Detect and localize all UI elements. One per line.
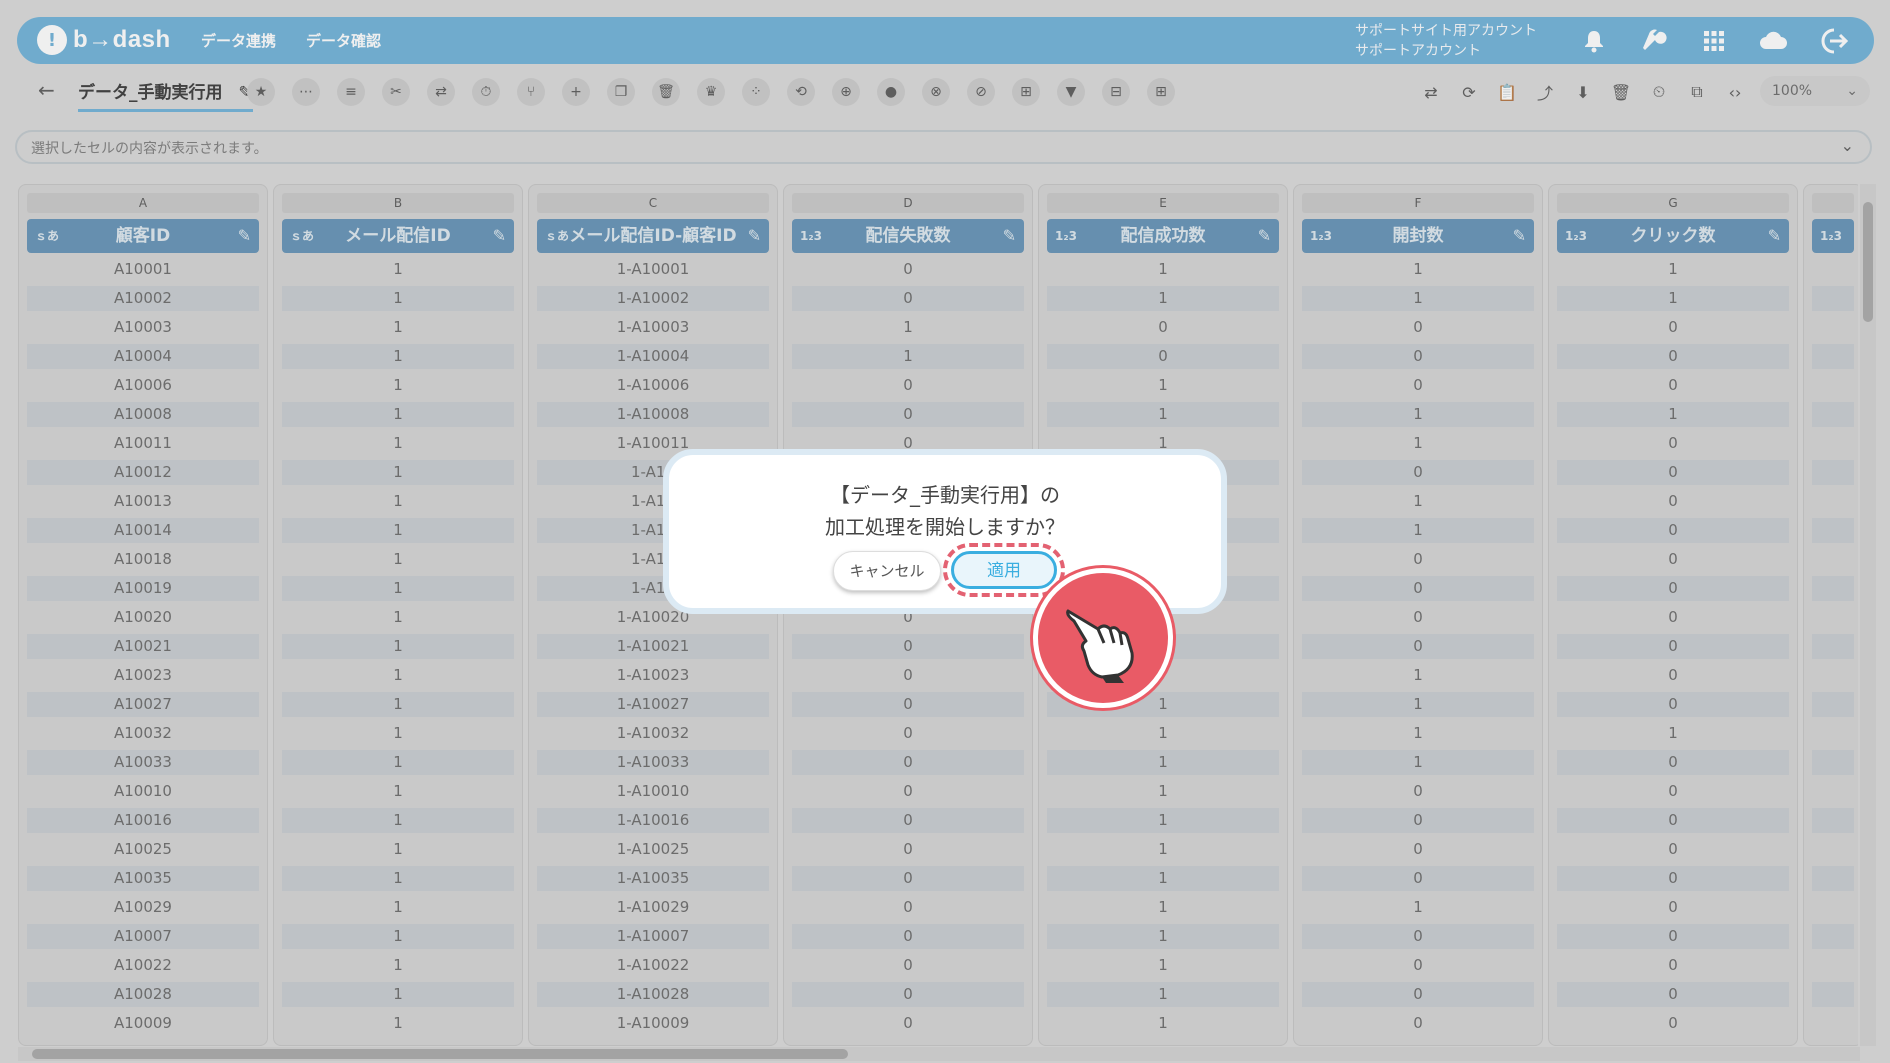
dialog-message: 【データ_手動実行用】の 加工処理を開始しますか？ bbox=[669, 479, 1221, 543]
cancel-button[interactable]: キャンセル bbox=[833, 551, 941, 591]
apply-button[interactable]: 適用 bbox=[943, 543, 1065, 597]
dialog-line-2: 加工処理を開始しますか？ bbox=[825, 515, 1065, 539]
dialog-line-1: 【データ_手動実行用】の bbox=[830, 483, 1060, 507]
pointing-hand-icon bbox=[1033, 568, 1173, 708]
